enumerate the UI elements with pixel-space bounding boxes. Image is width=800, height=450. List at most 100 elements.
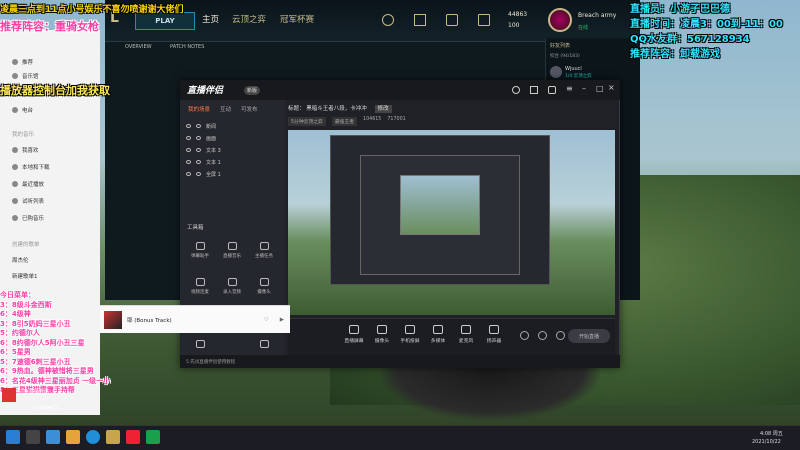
play-icon[interactable]: ▶ — [280, 317, 284, 323]
friends-group[interactable]: 综合 (94/183) — [550, 53, 580, 59]
menu-title: 今日菜单： — [0, 291, 35, 299]
gear-icon[interactable] — [556, 331, 565, 340]
start-live-button[interactable]: 开始直播 — [568, 329, 610, 343]
music-section-label: 我的音乐 — [12, 132, 35, 138]
eye-icon[interactable] — [186, 172, 191, 176]
scene-item[interactable]: 文本 3 — [186, 145, 276, 155]
tool-tasks[interactable]: 主播任务 — [250, 242, 278, 264]
menu-item: 6：8约德尔人5阿小丑三星 — [0, 338, 85, 347]
music-item[interactable]: 周杰伦 — [12, 256, 29, 264]
streaming-app-name: 直播伴侣 — [187, 86, 224, 96]
tool-danmaku[interactable]: 弹幕助手 — [186, 242, 214, 264]
maximize-icon[interactable]: □ — [596, 84, 604, 93]
file-explorer-icon[interactable] — [66, 430, 80, 444]
media-icon — [433, 325, 443, 334]
music-item[interactable]: 试听列表 — [12, 197, 44, 205]
monitor-icon — [349, 325, 359, 334]
summoner-avatar[interactable] — [548, 8, 572, 32]
music-section-label: 创建的歌单 — [12, 242, 40, 248]
scene-item[interactable]: 新闻 — [186, 121, 276, 131]
nested-preview-image — [400, 175, 480, 235]
status-text: 5.先试直播伴侣使用教程 — [186, 359, 236, 365]
loot-icon[interactable] — [446, 14, 458, 26]
tab-publishable[interactable]: 可发布 — [241, 105, 258, 113]
overlay-recommend: 推荐阵容：重骑女枪 — [0, 20, 99, 33]
shop-icon[interactable] — [382, 14, 394, 26]
stream-tags: 5分钟云顶之弈 最强王者 104615 717001 — [288, 117, 406, 126]
tag[interactable]: 最强王者 — [331, 117, 358, 126]
tool-video-link[interactable]: 视频连麦 — [186, 278, 214, 300]
tab-home[interactable]: 主页 — [202, 13, 219, 25]
lock-icon[interactable] — [196, 160, 201, 164]
message-icon[interactable] — [530, 86, 538, 94]
chat-icon[interactable] — [538, 331, 547, 340]
speaker-icon — [489, 325, 499, 334]
eye-icon[interactable] — [186, 124, 191, 128]
lock-icon[interactable] — [196, 172, 201, 176]
friends-header: 好友列表 — [550, 43, 571, 49]
eye-icon[interactable] — [186, 160, 191, 164]
tool-camera[interactable]: 摄像头 — [250, 278, 278, 300]
microphone-button[interactable]: 麦克风 — [452, 325, 480, 344]
music-item[interactable]: 新建歌单1 — [12, 272, 38, 280]
desktop-icon-streaming[interactable]: 斗鱼直播伴侣 — [2, 388, 62, 402]
task-view-icon[interactable] — [46, 430, 60, 444]
collection-icon[interactable] — [414, 14, 426, 26]
settings-icon[interactable] — [512, 86, 520, 94]
edit-title-button[interactable]: 修改 — [374, 105, 392, 113]
music-item[interactable]: 电台 — [12, 106, 33, 114]
windows-start-icon[interactable] — [6, 430, 20, 444]
lock-icon[interactable] — [196, 136, 201, 140]
minimize-icon[interactable]: – — [582, 84, 586, 93]
music-item[interactable]: 已购音乐 — [12, 214, 44, 222]
like-icon[interactable]: ♡ — [264, 317, 269, 323]
menu-icon[interactable]: ≡ — [566, 84, 573, 93]
tab-patch-notes[interactable]: PATCH NOTES — [170, 44, 204, 50]
tab-clash[interactable]: 冠军杯赛 — [280, 13, 314, 25]
tab-tft[interactable]: 云顶之弈 — [232, 13, 266, 25]
download-icon — [12, 164, 18, 170]
screen-source-button[interactable]: 直播屏幕 — [340, 325, 368, 344]
music-taskbar-icon[interactable] — [146, 430, 160, 444]
music-item[interactable]: 音乐馆 — [12, 72, 39, 80]
streaming-taskbar-icon[interactable] — [126, 430, 140, 444]
friend-name[interactable]: Wjuucl — [565, 66, 582, 72]
stream-time: 直播时间：凌晨3：00到-11：00 — [630, 19, 783, 30]
clock-date[interactable]: 2021/10/22 — [752, 439, 781, 445]
friend-avatar[interactable] — [550, 66, 562, 78]
tab-interaction[interactable]: 互动 — [220, 105, 231, 113]
eye-icon[interactable] — [186, 136, 191, 140]
edge-icon[interactable] — [86, 430, 100, 444]
scene-item[interactable]: 全屏 1 — [186, 169, 276, 179]
link-icon[interactable] — [520, 331, 529, 340]
music-item[interactable]: 我喜欢 — [12, 146, 39, 154]
music-item[interactable]: 最近播放 — [12, 180, 44, 188]
tool-audio[interactable]: 录入音频 — [218, 278, 246, 300]
version-badge[interactable]: 新版 — [244, 86, 261, 95]
music-item[interactable]: 本地和下载 — [12, 163, 50, 171]
clock-time[interactable]: 4:08 周五 — [760, 430, 783, 437]
lock-icon[interactable] — [196, 124, 201, 128]
close-icon[interactable]: × — [608, 83, 615, 92]
scene-item[interactable]: 画面 — [186, 133, 276, 143]
scene-item[interactable]: 文本 1 — [186, 157, 276, 167]
store-icon[interactable] — [478, 14, 490, 26]
share-icon[interactable] — [548, 86, 556, 94]
lock-icon[interactable] — [196, 148, 201, 152]
speaker-button[interactable]: 扬声器 — [480, 325, 508, 344]
lol-taskbar-icon[interactable] — [106, 430, 120, 444]
tool-music[interactable]: 直播音乐 — [218, 242, 246, 264]
music-item[interactable]: 推荐 — [12, 58, 33, 66]
riot-points: 100 — [508, 22, 520, 29]
list-icon — [12, 198, 18, 204]
search-icon[interactable] — [26, 430, 40, 444]
tab-overview[interactable]: OVERVIEW — [125, 44, 152, 50]
tab-my-scenes[interactable]: 我的场景 — [188, 105, 210, 113]
camera-button[interactable]: 摄像头 — [368, 325, 396, 344]
taskbar-app-label[interactable]: LeagueCl... — [34, 405, 62, 411]
media-button[interactable]: 多媒体 — [424, 325, 452, 344]
title-value: 黑暗斗王者八段，卡冲冲 — [306, 106, 367, 112]
tag[interactable]: 5分钟云顶之弈 — [288, 117, 326, 126]
eye-icon[interactable] — [186, 148, 191, 152]
phone-cast-button[interactable]: 手机投屏 — [396, 325, 424, 344]
